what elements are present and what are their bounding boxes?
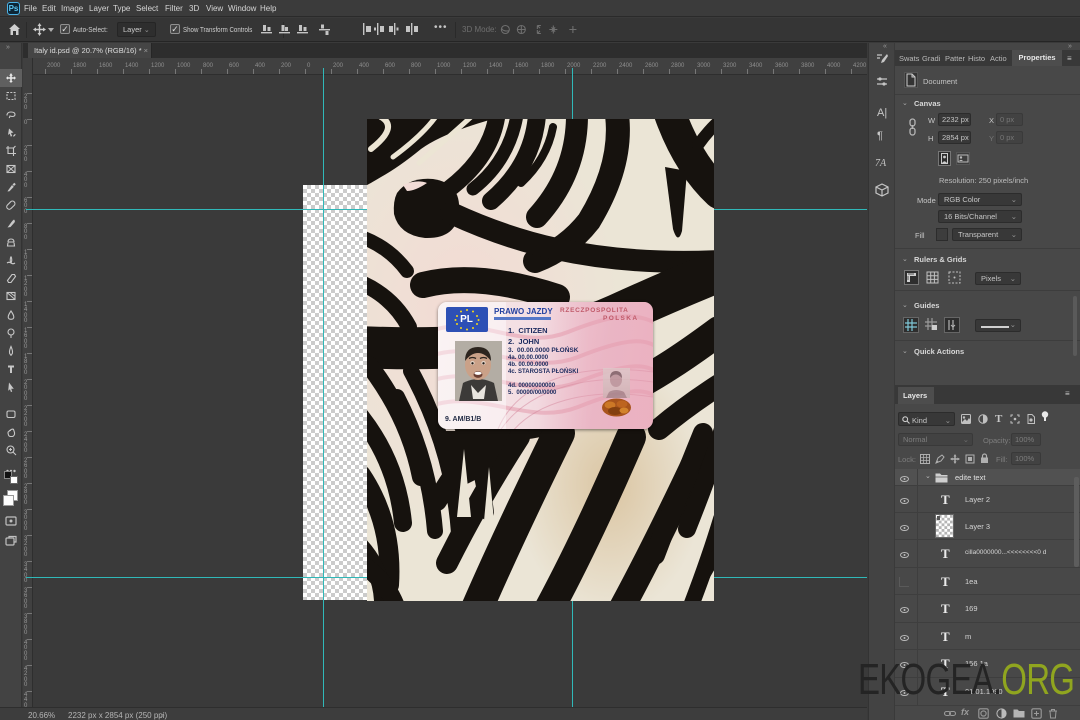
svg-text:7A: 7A <box>875 158 887 169</box>
svg-text:A|: A| <box>877 107 887 119</box>
svg-text:¶: ¶ <box>877 130 883 142</box>
